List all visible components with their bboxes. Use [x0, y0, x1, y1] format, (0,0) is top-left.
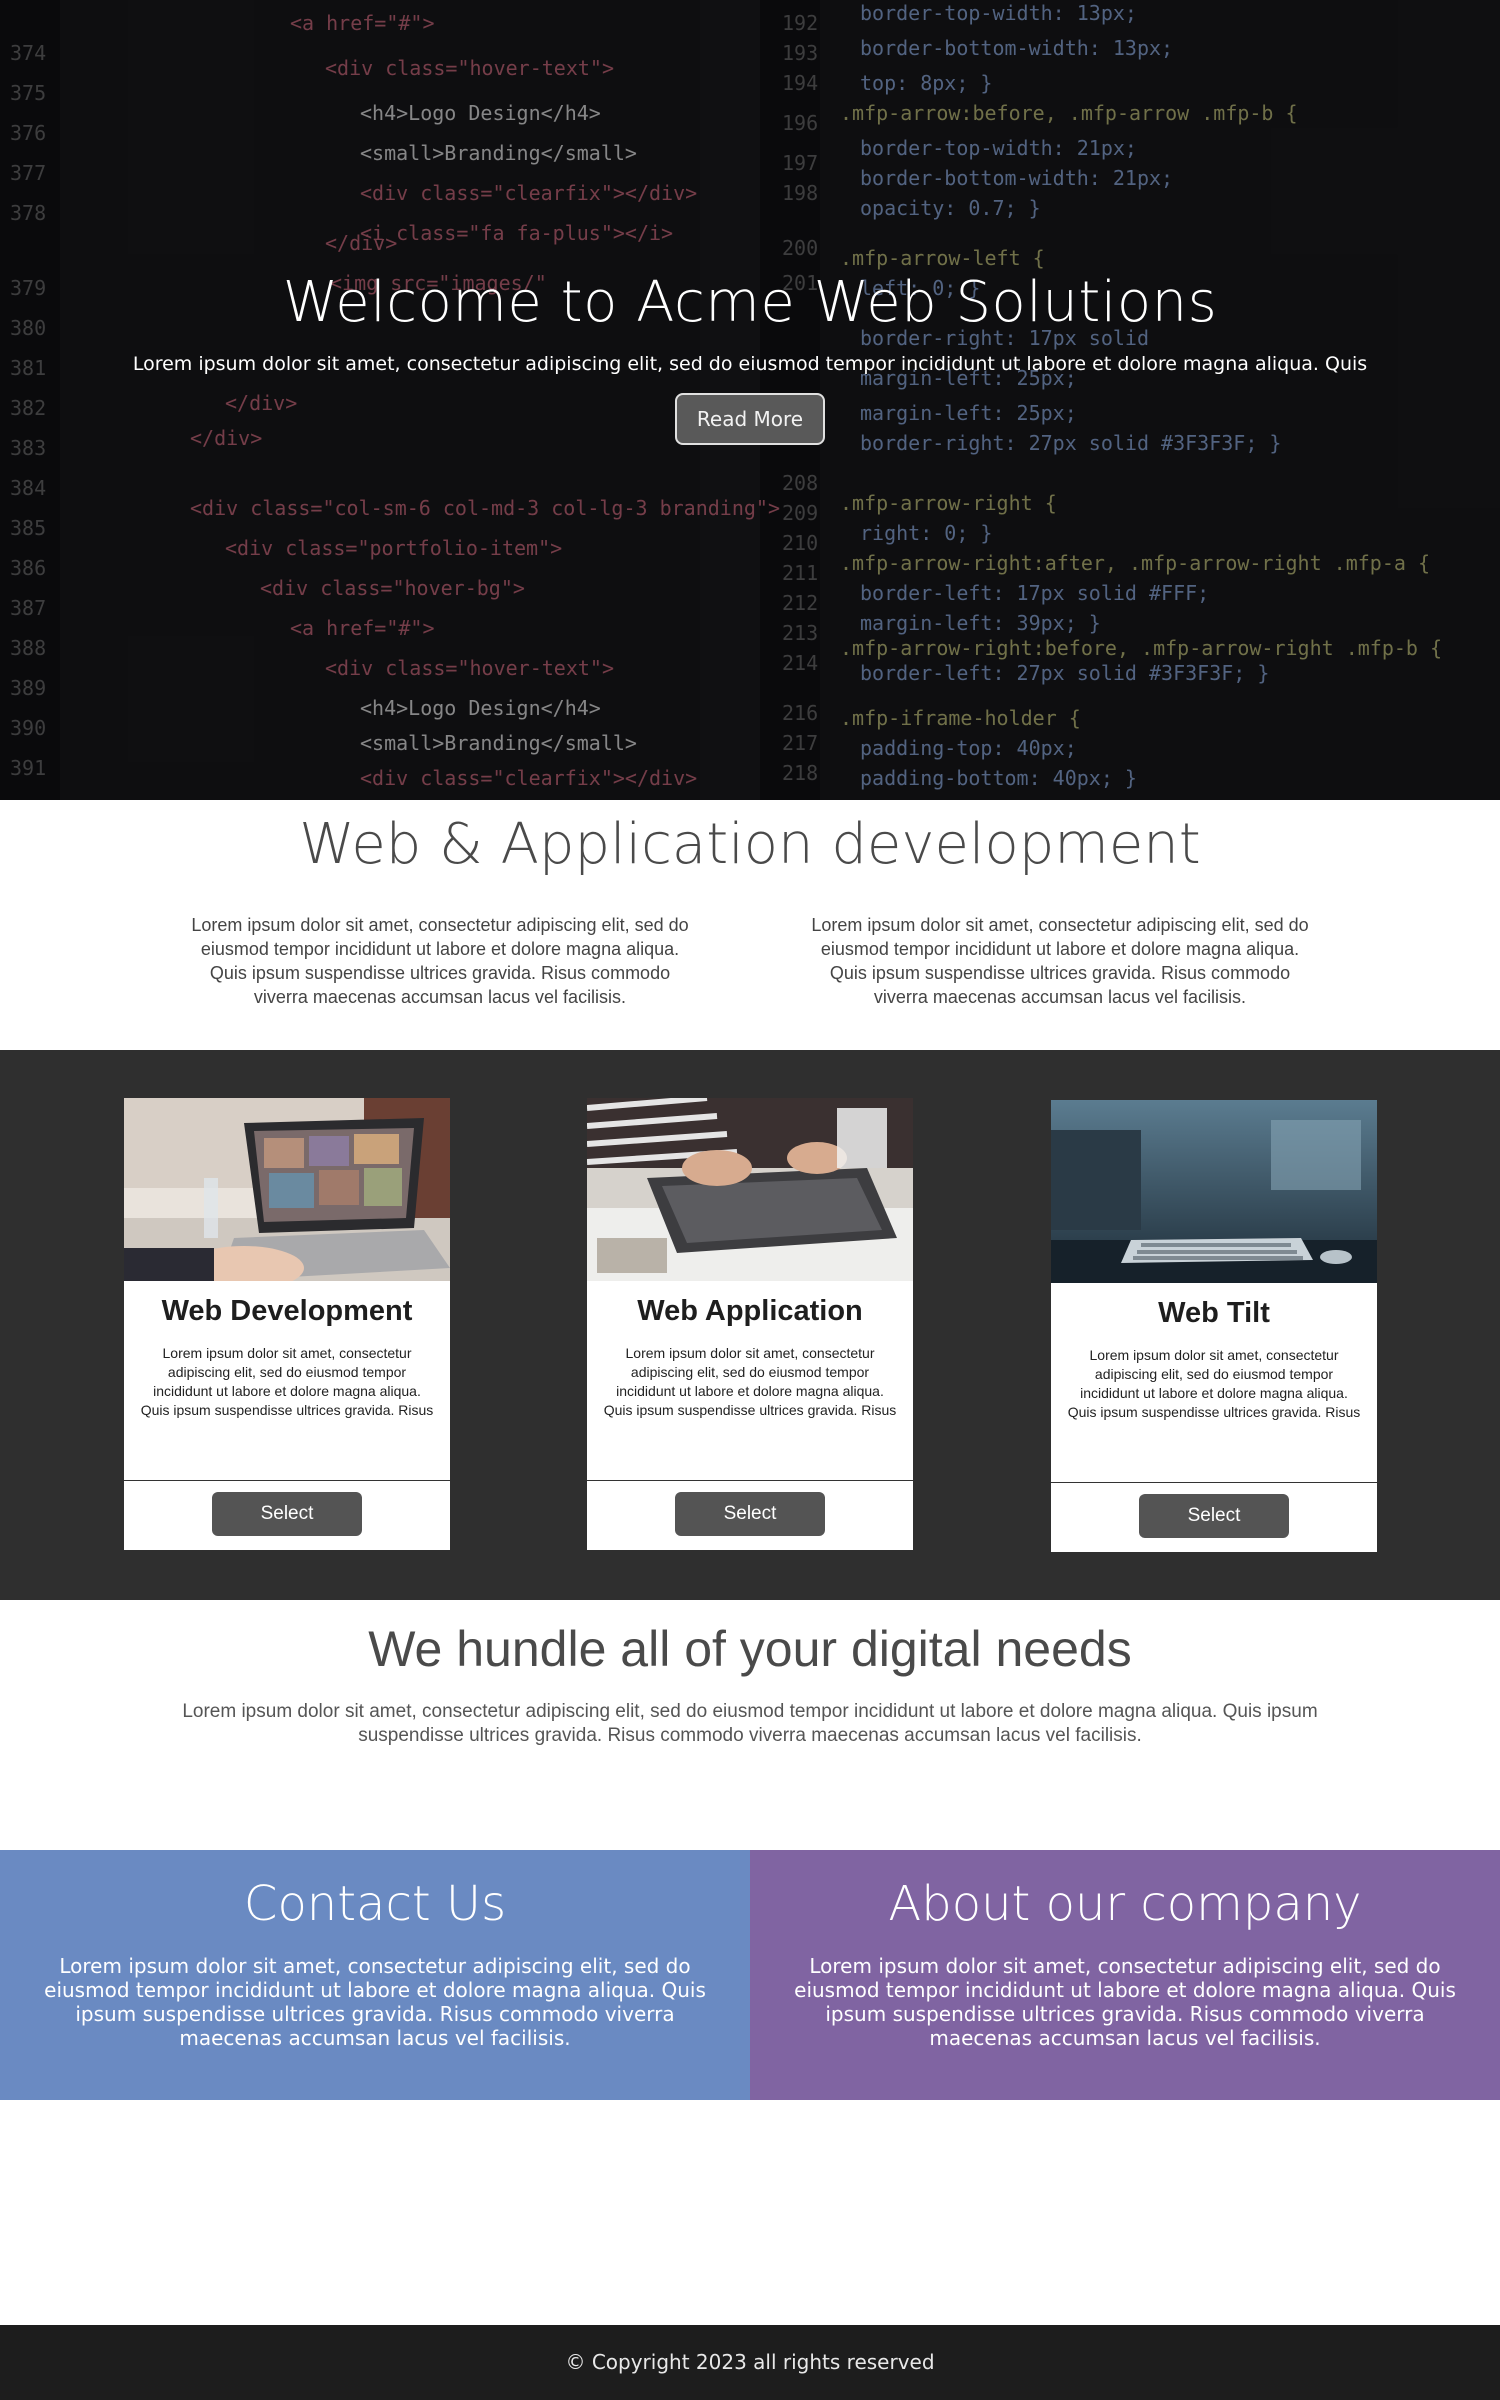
- select-button[interactable]: Select: [1139, 1494, 1289, 1538]
- card-text: Lorem ipsum dolor sit amet, consectetur …: [603, 1345, 897, 1418]
- hero-content: Welcome to Acme Web Solutions Lorem ipsu…: [0, 270, 1500, 445]
- card-title: Web Application: [637, 1295, 863, 1327]
- card-footer: Select: [587, 1481, 913, 1536]
- hero-title: Welcome to Acme Web Solutions: [282, 270, 1218, 335]
- blank-spacer: [0, 2100, 1500, 2325]
- about-title: About our company: [888, 1876, 1362, 1932]
- contact-title: Contact Us: [243, 1876, 507, 1932]
- development-columns: Lorem ipsum dolor sit amet, consectetur …: [0, 895, 1500, 1027]
- copyright-text: © Copyright 2023 all rights reserved: [565, 2350, 935, 2374]
- card-image-laptop: [124, 1098, 450, 1281]
- select-button[interactable]: Select: [675, 1492, 825, 1536]
- card-image-typing: [587, 1098, 913, 1281]
- card-title: Web Tilt: [1158, 1297, 1270, 1329]
- read-more-button[interactable]: Read More: [674, 393, 826, 445]
- card-image-keyboard: [1051, 1100, 1377, 1283]
- contact-box: Contact Us Lorem ipsum dolor sit amet, c…: [0, 1850, 750, 2100]
- hero-text: Lorem ipsum dolor sit amet, consectetur …: [132, 353, 1368, 375]
- card-body: Web Tilt Lorem ipsum dolor sit amet, con…: [1051, 1283, 1377, 1483]
- service-card-web-tilt: Web Tilt Lorem ipsum dolor sit amet, con…: [1051, 1100, 1377, 1552]
- select-button[interactable]: Select: [212, 1492, 362, 1536]
- development-column-left: Lorem ipsum dolor sit amet, consectetur …: [191, 915, 689, 1007]
- card-text: Lorem ipsum dolor sit amet, consectetur …: [140, 1345, 434, 1418]
- about-text: Lorem ipsum dolor sit amet, consectetur …: [794, 1954, 1456, 2050]
- development-section: Web & Application development Lorem ipsu…: [0, 800, 1500, 1050]
- card-footer: Select: [124, 1481, 450, 1536]
- development-column-right: Lorem ipsum dolor sit amet, consectetur …: [811, 915, 1309, 1007]
- digital-needs-section: We hundle all of your digital needs Lore…: [0, 1600, 1500, 1850]
- development-title: Web & Application development: [299, 812, 1201, 877]
- card-text: Lorem ipsum dolor sit amet, consectetur …: [1067, 1347, 1361, 1420]
- card-body: Web Development Lorem ipsum dolor sit am…: [124, 1281, 450, 1481]
- digital-needs-title: We hundle all of your digital needs: [368, 1621, 1132, 1677]
- card-footer: Select: [1051, 1483, 1377, 1538]
- service-card-web-application: Web Application Lorem ipsum dolor sit am…: [587, 1098, 913, 1550]
- footer: © Copyright 2023 all rights reserved: [0, 2325, 1500, 2400]
- about-box: About our company Lorem ipsum dolor sit …: [750, 1850, 1500, 2100]
- info-section: Contact Us Lorem ipsum dolor sit amet, c…: [0, 1850, 1500, 2100]
- contact-text: Lorem ipsum dolor sit amet, consectetur …: [44, 1954, 706, 2050]
- card-body: Web Application Lorem ipsum dolor sit am…: [587, 1281, 913, 1481]
- card-title: Web Development: [161, 1295, 413, 1327]
- service-card-web-development: Web Development Lorem ipsum dolor sit am…: [124, 1098, 450, 1550]
- digital-needs-text: Lorem ipsum dolor sit amet, consectetur …: [182, 1701, 1318, 1746]
- hero-section: 374 375 376 377 378 379 380 381 382 383 384 385 …: [0, 0, 1500, 800]
- services-section: Web Development Lorem ipsum dolor sit am…: [0, 1050, 1500, 1600]
